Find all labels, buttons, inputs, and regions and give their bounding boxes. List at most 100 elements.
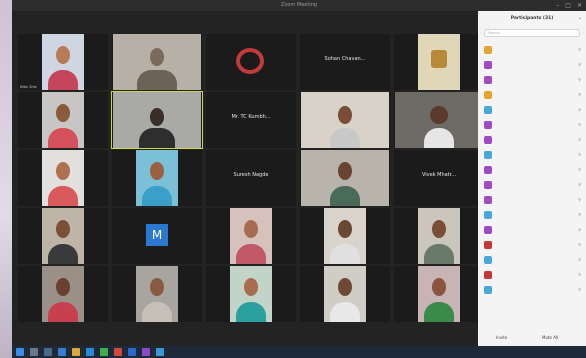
search-icon[interactable] <box>30 348 38 356</box>
participant-row[interactable]: ⚲ <box>478 73 586 88</box>
video-tile[interactable] <box>18 266 108 322</box>
zoom-icon[interactable] <box>128 348 136 356</box>
file-explorer-icon[interactable] <box>72 348 80 356</box>
avatar <box>484 121 492 129</box>
video-tile[interactable] <box>300 92 390 148</box>
avatar <box>484 211 492 219</box>
avatar <box>484 196 492 204</box>
task-view-icon[interactable] <box>44 348 52 356</box>
participant-row[interactable]: ⚲ <box>478 253 586 268</box>
tile-center-name: Suresh Nagde <box>233 172 269 178</box>
tile-center-name: Vivek Mhatr... <box>421 172 457 178</box>
participant-video <box>418 208 460 264</box>
participant-row[interactable]: ⚲ <box>478 58 586 73</box>
store-icon[interactable] <box>86 348 94 356</box>
participant-row[interactable]: ⚲ <box>478 268 586 283</box>
participant-video <box>42 34 84 90</box>
video-tile[interactable] <box>112 34 202 90</box>
video-tile[interactable] <box>206 208 296 264</box>
participants-panel: Participants (31) ⌄ Search ⚲ ⚲ ⚲ ⚲ ⚲ ⚲ ⚲… <box>478 11 586 346</box>
chevron-down-icon[interactable]: ⌄ <box>578 15 582 21</box>
participant-video <box>395 92 483 148</box>
mic-icon: ⚲ <box>578 152 582 157</box>
participant-list: ⚲ ⚲ ⚲ ⚲ ⚲ ⚲ ⚲ ⚲ ⚲ ⚲ ⚲ ⚲ ⚲ ⚲ ⚲ ⚲ ⚲ <box>478 43 586 298</box>
video-tile[interactable] <box>18 150 108 206</box>
video-tile[interactable] <box>18 208 108 264</box>
app-icon[interactable] <box>100 348 108 356</box>
video-tile[interactable]: Sohan Chavan... <box>300 34 390 90</box>
participant-row[interactable]: ⚲ <box>478 238 586 253</box>
video-tile[interactable]: Suresh Nagde <box>206 150 296 206</box>
avatar <box>484 61 492 69</box>
participant-row[interactable]: ⚲ <box>478 283 586 298</box>
video-tile[interactable] <box>300 266 390 322</box>
video-tile[interactable]: Nitin Shiv <box>18 34 108 90</box>
invite-button[interactable]: Invite <box>496 335 507 340</box>
start-icon[interactable] <box>16 348 24 356</box>
close-icon[interactable]: ✕ <box>577 0 582 11</box>
video-tile[interactable]: Mr. TC Kumbh... <box>206 92 296 148</box>
participant-row[interactable]: ⚲ <box>478 148 586 163</box>
video-tile[interactable] <box>206 266 296 322</box>
app-icon[interactable] <box>114 348 122 356</box>
video-tile[interactable] <box>394 266 484 322</box>
participant-row[interactable]: ⚲ <box>478 88 586 103</box>
participant-video <box>418 34 460 90</box>
video-tile[interactable] <box>394 208 484 264</box>
active-speaker-tile[interactable] <box>111 91 203 149</box>
participant-search-input[interactable]: Search <box>484 29 580 37</box>
video-tile[interactable] <box>394 92 484 148</box>
avatar-initial: M <box>146 224 168 246</box>
participant-video <box>230 208 272 264</box>
participant-video <box>324 266 366 322</box>
participant-video <box>301 92 389 148</box>
app-icon[interactable] <box>156 348 164 356</box>
participant-video <box>42 92 84 148</box>
mic-icon: ⚲ <box>578 77 582 82</box>
video-tile[interactable] <box>300 150 390 206</box>
avatar <box>484 181 492 189</box>
windows-taskbar <box>12 346 586 358</box>
participant-row[interactable]: ⚲ <box>478 43 586 58</box>
mic-icon: ⚲ <box>578 122 582 127</box>
video-tile[interactable] <box>300 208 390 264</box>
panel-footer: Invite Mute All <box>478 333 586 343</box>
participant-video <box>113 92 201 148</box>
participant-row[interactable]: ⚲ <box>478 178 586 193</box>
video-grid: Nitin Shiv Sohan Chavan... Mr. TC Kumbh.… <box>12 34 484 324</box>
mic-icon: ⚲ <box>578 137 582 142</box>
participant-row[interactable]: ⚲ <box>478 193 586 208</box>
avatar <box>484 106 492 114</box>
video-tile[interactable] <box>112 150 202 206</box>
mic-icon: ⚲ <box>578 197 582 202</box>
app-icon[interactable] <box>142 348 150 356</box>
tile-center-name: Mr. TC Kumbh... <box>231 114 271 120</box>
participant-row[interactable]: ⚲ <box>478 163 586 178</box>
video-tile[interactable] <box>206 34 296 90</box>
mic-icon: ⚲ <box>578 212 582 217</box>
participant-video <box>301 150 389 206</box>
video-tile[interactable] <box>394 34 484 90</box>
video-tile[interactable]: M <box>112 208 202 264</box>
participant-row[interactable]: ⚲ <box>478 133 586 148</box>
participant-row[interactable]: ⚲ <box>478 208 586 223</box>
edge-icon[interactable] <box>58 348 66 356</box>
video-tile[interactable] <box>18 92 108 148</box>
avatar <box>484 76 492 84</box>
video-tile[interactable] <box>112 266 202 322</box>
video-tile[interactable]: Vivek Mhatr... <box>394 150 484 206</box>
avatar <box>484 271 492 279</box>
minimize-icon[interactable]: – <box>556 0 559 11</box>
participant-row[interactable]: ⚲ <box>478 118 586 133</box>
avatar <box>484 256 492 264</box>
mute-all-button[interactable]: Mute All <box>542 335 558 340</box>
avatar <box>484 46 492 54</box>
participant-row[interactable]: ⚲ <box>478 103 586 118</box>
participant-row[interactable]: ⚲ <box>478 223 586 238</box>
maximize-icon[interactable]: □ <box>565 0 571 11</box>
mic-icon: ⚲ <box>578 107 582 112</box>
mic-icon: ⚲ <box>578 227 582 232</box>
avatar <box>484 151 492 159</box>
mic-icon: ⚲ <box>578 167 582 172</box>
participants-title: Participants (31) <box>510 16 554 21</box>
